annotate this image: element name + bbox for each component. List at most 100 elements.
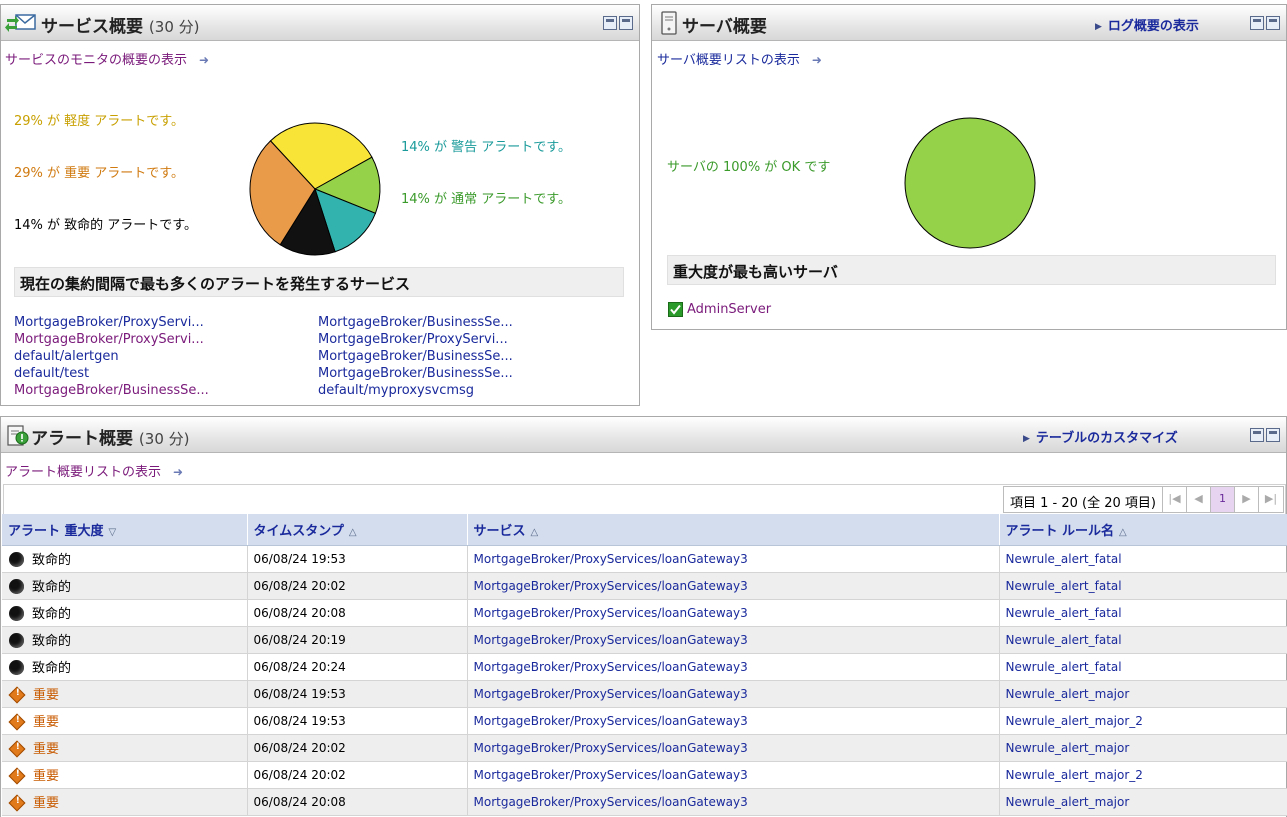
service-link[interactable]: default/alertgen	[14, 348, 209, 365]
service-link[interactable]: default/test	[14, 365, 209, 382]
severity-cell: 致命的	[2, 599, 248, 627]
table-row: 致命的 06/08/24 20:02 MortgageBroker/ProxySer…	[2, 572, 1287, 600]
current-page-button[interactable]: 1	[1210, 487, 1235, 512]
admin-server-link[interactable]: AdminServer	[687, 302, 771, 317]
rule-link[interactable]: Newrule_alert_major	[1006, 687, 1130, 701]
table-row: 重要 06/08/24 19:53 MortgageBroker/ProxyServ…	[2, 707, 1287, 735]
highest-severity-heading: 重大度が最も高いサーバ	[667, 255, 1276, 285]
table-row: 重要 06/08/24 19:53 MortgageBroker/ProxyServ…	[2, 680, 1287, 708]
rule-link[interactable]: Newrule_alert_fatal	[1006, 633, 1122, 647]
service-link[interactable]: MortgageBroker/BusinessSe...	[14, 382, 209, 399]
rule-link[interactable]: Newrule_alert_major	[1006, 741, 1130, 755]
service-link[interactable]: MortgageBroker/ProxyServi...	[14, 331, 209, 348]
service-link[interactable]: MortgageBroker/ProxyServices/loanGateway…	[474, 768, 748, 782]
minimize-icon[interactable]	[603, 16, 617, 30]
timestamp-cell: 06/08/24 19:53	[247, 707, 468, 735]
severity-label: 重要	[33, 715, 60, 730]
prev-page-icon[interactable]: ◀	[1187, 487, 1211, 512]
service-cell: MortgageBroker/ProxyServices/loanGateway…	[467, 599, 1000, 627]
rule-link[interactable]: Newrule_alert_major_2	[1006, 714, 1143, 728]
severity-cell: 重要	[2, 680, 248, 708]
maximize-icon[interactable]	[1266, 428, 1280, 442]
service-link[interactable]: MortgageBroker/ProxyServices/loanGateway…	[474, 660, 748, 674]
sort-asc-icon[interactable]: △	[349, 527, 357, 538]
rule-link[interactable]: Newrule_alert_major	[1006, 795, 1130, 809]
col-severity-header[interactable]: アラート 重大度 ▽	[2, 514, 248, 546]
severity-label: 重要	[33, 688, 60, 703]
arrow-right-icon: ➜	[173, 465, 184, 479]
maximize-icon[interactable]	[619, 16, 633, 30]
service-link[interactable]: MortgageBroker/ProxyServices/loanGateway…	[474, 741, 748, 755]
server-row: AdminServer	[668, 302, 771, 317]
sort-asc-icon[interactable]: △	[1119, 527, 1127, 538]
service-link[interactable]: MortgageBroker/ProxyServi...	[318, 331, 513, 348]
service-link[interactable]: MortgageBroker/ProxyServices/loanGateway…	[474, 687, 748, 701]
service-link[interactable]: MortgageBroker/ProxyServices/loanGateway…	[474, 633, 748, 647]
customize-table-link[interactable]: テーブルのカスタマイズ	[1023, 427, 1178, 446]
service-cell: MortgageBroker/ProxyServices/loanGateway…	[467, 626, 1000, 654]
severity-cell: 重要	[2, 707, 248, 735]
period-label: (30 分)	[138, 430, 190, 448]
minimize-icon[interactable]	[1250, 428, 1264, 442]
service-link[interactable]: MortgageBroker/BusinessSe...	[318, 365, 513, 382]
service-link[interactable]: MortgageBroker/ProxyServices/loanGateway…	[474, 714, 748, 728]
severity-label: 重要	[33, 796, 60, 811]
envelope-arrows-icon	[5, 14, 36, 32]
rule-cell: Newrule_alert_major_2	[999, 761, 1287, 789]
severity-cell: 致命的	[2, 653, 248, 681]
server-summary-list-link[interactable]: サーバ概要リストの表示 ➜	[657, 49, 822, 68]
service-link[interactable]: MortgageBroker/ProxyServices/loanGateway…	[474, 795, 748, 809]
severity-label: 致命的	[32, 634, 72, 649]
server-summary-panel: サーバ概要 ログ概要の表示 サーバ概要リストの表示➜ サーバの 100% が O…	[651, 4, 1287, 330]
rule-link[interactable]: Newrule_alert_fatal	[1006, 606, 1122, 620]
normal-alert-label: 14% が 通常 アラートです。	[401, 192, 571, 207]
panel-controls	[603, 16, 633, 30]
sort-asc-icon[interactable]: △	[531, 527, 539, 538]
service-link[interactable]: MortgageBroker/ProxyServices/loanGateway…	[474, 606, 748, 620]
rule-cell: Newrule_alert_major	[999, 788, 1287, 816]
fatal-severity-icon	[9, 552, 24, 567]
service-link[interactable]: default/myproxysvcmsg	[318, 382, 513, 399]
service-cell: MortgageBroker/ProxyServices/loanGateway…	[467, 707, 1000, 735]
rule-link[interactable]: Newrule_alert_fatal	[1006, 579, 1122, 593]
service-link[interactable]: MortgageBroker/ProxyServices/loanGateway…	[474, 579, 748, 593]
major-severity-icon	[8, 686, 26, 704]
server-ok-label: サーバの 100% が OK です	[667, 160, 831, 175]
service-link[interactable]: MortgageBroker/BusinessSe...	[318, 314, 513, 331]
next-page-icon[interactable]: ▶	[1235, 487, 1259, 512]
col-service-header[interactable]: サービス △	[467, 514, 1000, 546]
warning-alert-label: 14% が 警告 アラートです。	[401, 140, 571, 155]
service-cell: MortgageBroker/ProxyServices/loanGateway…	[467, 680, 1000, 708]
alert-summary-title: アラート概要 (30 分)	[31, 429, 190, 449]
service-link[interactable]: MortgageBroker/ProxyServices/loanGateway…	[474, 552, 748, 566]
severity-label: 致命的	[32, 607, 72, 622]
top-services-col2: MortgageBroker/BusinessSe... MortgageBrok…	[318, 314, 513, 399]
col-rule-header[interactable]: アラート ルール名 △	[999, 514, 1287, 546]
severity-label: 致命的	[32, 553, 72, 568]
maximize-icon[interactable]	[1266, 16, 1280, 30]
major-alert-label: 29% が 重要 アラートです。	[14, 166, 184, 181]
pagination: 項目 1 - 20 (全 20 項目) |◀ ◀ 1 ▶ ▶|	[1003, 486, 1284, 513]
alert-summary-list-link[interactable]: アラート概要リストの表示 ➜	[5, 461, 183, 480]
rule-link[interactable]: Newrule_alert_fatal	[1006, 660, 1122, 674]
service-link[interactable]: MortgageBroker/BusinessSe...	[318, 348, 513, 365]
severity-label: 致命的	[32, 580, 72, 595]
rule-link[interactable]: Newrule_alert_fatal	[1006, 552, 1122, 566]
log-summary-link[interactable]: ログ概要の表示	[1095, 15, 1199, 34]
col-timestamp-header[interactable]: タイムスタンプ △	[247, 514, 468, 546]
sort-desc-icon[interactable]: ▽	[109, 527, 117, 538]
last-page-icon[interactable]: ▶|	[1259, 487, 1283, 512]
severity-cell: 致命的	[2, 572, 248, 600]
server-summary-title: サーバ概要	[682, 17, 767, 37]
timestamp-cell: 06/08/24 20:02	[247, 734, 468, 762]
service-link[interactable]: MortgageBroker/ProxyServi...	[14, 314, 209, 331]
first-page-icon[interactable]: |◀	[1163, 487, 1187, 512]
rule-link[interactable]: Newrule_alert_major_2	[1006, 768, 1143, 782]
timestamp-cell: 06/08/24 20:02	[247, 572, 468, 600]
service-cell: MortgageBroker/ProxyServices/loanGateway…	[467, 734, 1000, 762]
fatal-alert-label: 14% が 致命的 アラートです。	[14, 218, 197, 233]
service-monitor-link[interactable]: サービスのモニタの概要の表示 ➜	[5, 49, 209, 68]
minimize-icon[interactable]	[1250, 16, 1264, 30]
panel-controls	[1250, 428, 1280, 442]
period-label: (30 分)	[148, 18, 200, 36]
